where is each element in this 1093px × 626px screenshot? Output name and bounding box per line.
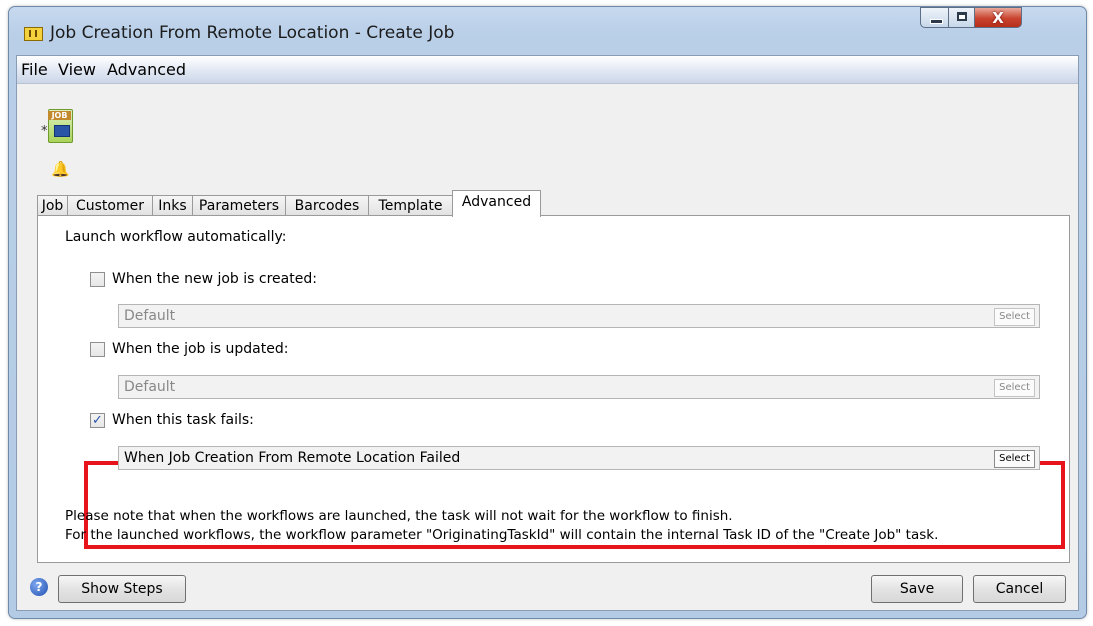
new-star-icon: * <box>41 124 48 139</box>
show-steps-button[interactable]: Show Steps <box>58 575 186 603</box>
job-updated-workflow-value: Default <box>124 379 176 395</box>
tab-inks[interactable]: Inks <box>152 195 193 216</box>
tab-template[interactable]: Template <box>368 195 453 216</box>
advanced-panel: Launch workflow automatically: When the … <box>37 215 1070 563</box>
menu-file[interactable]: File <box>21 60 48 79</box>
menu-bar: File View Advanced <box>17 56 1078 84</box>
task-fails-label: When this task fails: <box>112 412 254 428</box>
maximize-button[interactable] <box>948 7 975 28</box>
tab-job[interactable]: Job <box>37 195 68 216</box>
tab-parameters[interactable]: Parameters <box>192 195 286 216</box>
tab-customer[interactable]: Customer <box>67 195 153 216</box>
launch-workflow-heading: Launch workflow automatically: <box>65 229 287 245</box>
dialog-client-area: File View Advanced JOB * 🔔 Job Customer … <box>16 55 1079 611</box>
close-icon: X <box>992 9 1004 27</box>
title-bar[interactable]: Job Creation From Remote Location - Crea… <box>9 7 1086 55</box>
job-icon-label: JOB <box>48 111 71 120</box>
tab-barcodes[interactable]: Barcodes <box>285 195 369 216</box>
checkbox-task-fails[interactable]: ✓ <box>90 413 105 428</box>
task-fails-workflow-field: When Job Creation From Remote Location F… <box>118 446 1040 470</box>
checkbox-job-created[interactable] <box>90 272 105 287</box>
note-line-1: Please note that when the workflows are … <box>65 508 733 524</box>
dialog-window: Job Creation From Remote Location - Crea… <box>8 6 1087 619</box>
menu-advanced[interactable]: Advanced <box>107 60 186 79</box>
job-updated-label: When the job is updated: <box>112 341 289 357</box>
app-icon <box>24 27 43 41</box>
minimize-icon <box>930 19 943 24</box>
job-updated-select-button[interactable]: Select <box>994 379 1035 397</box>
menu-view[interactable]: View <box>58 60 96 79</box>
help-icon[interactable]: ? <box>30 578 48 596</box>
save-button[interactable]: Save <box>871 575 963 603</box>
window-title: Job Creation From Remote Location - Crea… <box>50 23 455 43</box>
tab-advanced[interactable]: Advanced <box>452 190 541 217</box>
job-created-label: When the new job is created: <box>112 271 317 287</box>
job-icon: JOB * <box>41 109 73 143</box>
close-button[interactable]: X <box>974 7 1022 28</box>
task-fails-workflow-value: When Job Creation From Remote Location F… <box>124 450 461 466</box>
job-created-select-button[interactable]: Select <box>994 308 1035 326</box>
note-line-2: For the launched workflows, the workflow… <box>65 527 939 543</box>
checkbox-job-updated[interactable] <box>90 342 105 357</box>
cancel-button[interactable]: Cancel <box>973 575 1066 603</box>
job-created-workflow-value: Default <box>124 308 176 324</box>
bell-icon: 🔔 <box>51 160 70 178</box>
folder-icon <box>54 125 70 137</box>
job-created-workflow-field: Default Select <box>118 304 1040 328</box>
minimize-button[interactable] <box>920 7 949 28</box>
job-updated-workflow-field: Default Select <box>118 375 1040 399</box>
maximize-icon <box>957 12 967 21</box>
task-fails-select-button[interactable]: Select <box>994 450 1035 468</box>
